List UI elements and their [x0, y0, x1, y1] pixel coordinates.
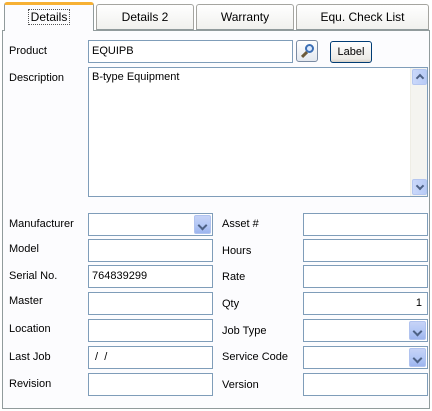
manufacturer-select[interactable]: [88, 213, 213, 236]
master-label: Master: [9, 295, 43, 307]
scroll-down-icon[interactable]: [412, 179, 427, 195]
location-label: Location: [9, 323, 51, 335]
chevron-down-icon[interactable]: [409, 348, 426, 367]
product-label: Product: [9, 45, 47, 57]
scroll-up-icon[interactable]: [412, 69, 427, 85]
hours-field[interactable]: [303, 239, 428, 262]
last-job-label: Last Job: [9, 351, 51, 363]
service-code-select[interactable]: [303, 346, 428, 369]
master-field[interactable]: [88, 292, 213, 315]
revision-field[interactable]: [88, 373, 213, 396]
tab-details-2[interactable]: Details 2: [96, 4, 194, 30]
description-scrollbar[interactable]: [410, 68, 427, 196]
hours-label: Hours: [222, 245, 252, 257]
manufacturer-label: Manufacturer: [9, 218, 74, 230]
model-field[interactable]: [88, 239, 213, 262]
label-button[interactable]: Label: [330, 41, 372, 63]
description-textarea[interactable]: B-type Equipment: [88, 67, 428, 197]
service-code-label: Service Code: [222, 351, 289, 363]
model-label: Model: [9, 243, 39, 255]
version-field[interactable]: [303, 373, 428, 396]
location-field[interactable]: [88, 319, 213, 342]
qty-label: Qty: [222, 298, 240, 310]
asset-no-label: Asset #: [222, 218, 259, 230]
revision-label: Revision: [9, 378, 52, 390]
job-type-label: Job Type: [222, 325, 267, 337]
product-search-button[interactable]: [296, 40, 318, 62]
tab-equ-check-list[interactable]: Equ. Check List: [296, 4, 429, 30]
job-type-select[interactable]: [303, 319, 428, 342]
asset-no-field[interactable]: [303, 213, 428, 236]
rate-label: Rate: [222, 271, 246, 283]
tab-warranty-label: Warranty: [220, 10, 270, 24]
tab-details-2-label: Details 2: [121, 10, 169, 24]
chevron-down-icon[interactable]: [409, 321, 426, 340]
chevron-down-icon[interactable]: [194, 215, 211, 234]
tab-warranty[interactable]: Warranty: [196, 4, 294, 30]
tab-details[interactable]: Details: [4, 2, 94, 31]
tab-strip: Details Details 2 Warranty Equ. Check Li…: [0, 0, 432, 31]
product-field[interactable]: EQUIPB: [88, 40, 293, 63]
description-label: Description: [9, 72, 65, 84]
rate-field[interactable]: [303, 265, 428, 288]
tab-details-label: Details: [27, 9, 71, 25]
description-text: B-type Equipment: [92, 71, 180, 83]
tab-equ-check-list-label: Equ. Check List: [320, 10, 405, 24]
version-label: Version: [222, 379, 259, 391]
qty-field[interactable]: 1: [303, 292, 428, 315]
serial-no-field[interactable]: 764839299: [88, 265, 213, 288]
last-job-field[interactable]: / /: [88, 346, 213, 369]
serial-no-label: Serial No.: [9, 270, 58, 282]
